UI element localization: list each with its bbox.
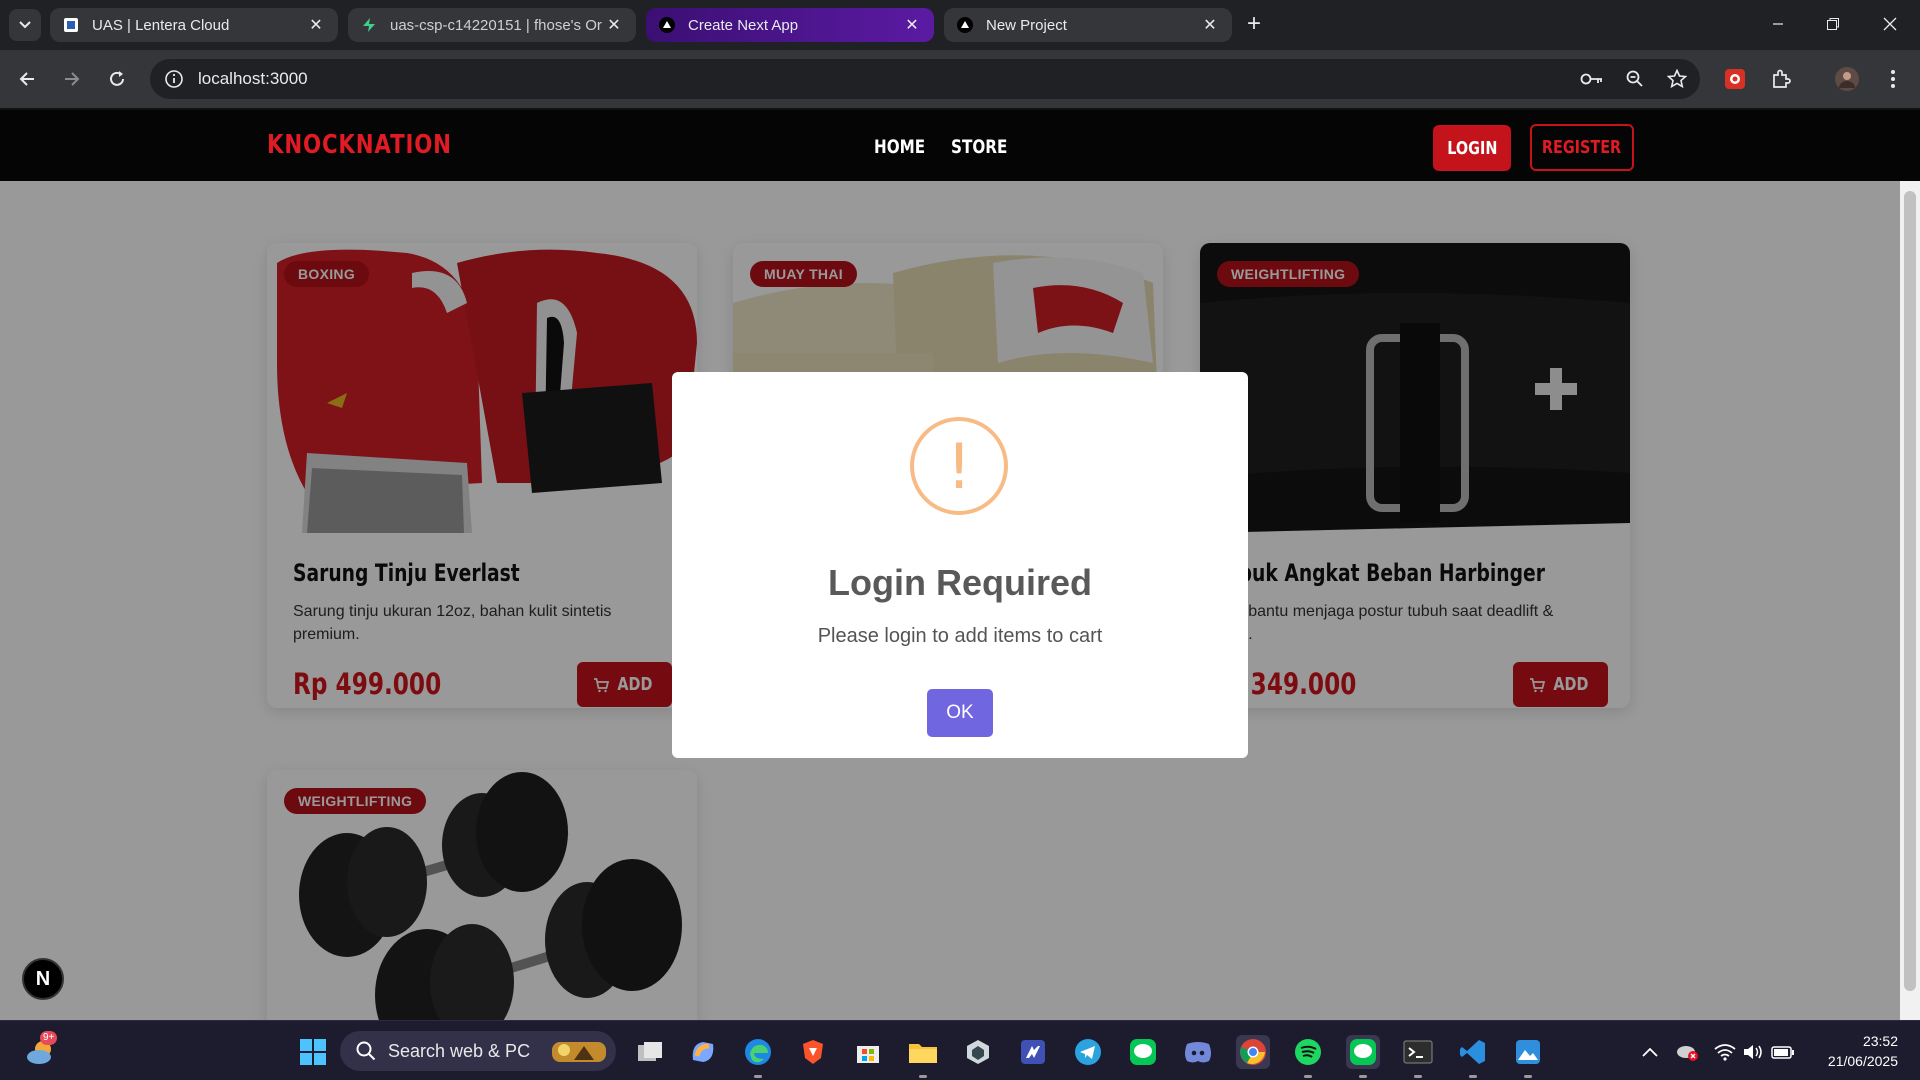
new-tab-button[interactable]: + [1240, 11, 1268, 39]
copilot-icon[interactable] [686, 1035, 720, 1069]
arrow-left-icon [19, 72, 34, 86]
unity-hub-icon[interactable] [961, 1035, 995, 1069]
search-placeholder: Search web & PC [388, 1040, 531, 1061]
close-tab-icon[interactable]: ✕ [306, 15, 326, 35]
search-highlight-icon [552, 1042, 606, 1062]
extensions-puzzle-icon[interactable] [1764, 62, 1798, 96]
clock-date: 21/06/2025 [1827, 1053, 1898, 1069]
warning-icon: ! [910, 417, 1008, 515]
bookmark-star-icon[interactable] [1660, 62, 1694, 96]
extension-red-icon[interactable] [1718, 62, 1752, 96]
site-logo[interactable]: KNOCKNATION [267, 130, 452, 160]
close-icon [1883, 17, 1897, 31]
nav-store-link[interactable]: STORE [951, 136, 1007, 158]
vercel-favicon-icon [956, 16, 974, 34]
battery-icon[interactable] [1770, 1039, 1796, 1065]
tab-title: New Project [986, 16, 1067, 34]
spotify-icon[interactable] [1291, 1035, 1325, 1078]
address-bar[interactable]: localhost:3000 [150, 59, 1700, 99]
site-info-icon[interactable] [164, 69, 184, 89]
arrow-right-icon [65, 72, 80, 86]
onedrive-error-icon[interactable] [1674, 1039, 1700, 1065]
weather-badge: 9+ [40, 1031, 58, 1045]
windows-taskbar: 9+ Search web & PC 23:52 21/06/2025 [0, 1020, 1920, 1080]
forward-button[interactable] [55, 62, 89, 96]
restore-button[interactable] [1813, 8, 1853, 40]
tab-title: Create Next App [688, 16, 799, 34]
login-button[interactable]: LOGIN [1433, 125, 1511, 171]
nav-home-link[interactable]: HOME [874, 136, 925, 158]
chevron-down-icon [19, 21, 31, 29]
taskbar-search[interactable]: Search web & PC [340, 1031, 616, 1071]
browser-toolbar: localhost:3000 [0, 50, 1920, 108]
browser-tab-new-project[interactable]: New Project ✕ [944, 8, 1232, 42]
scrollbar-thumb[interactable] [1904, 191, 1916, 991]
close-tab-icon[interactable]: ✕ [902, 15, 922, 35]
close-window-button[interactable] [1870, 8, 1910, 40]
url-text: localhost:3000 [198, 69, 308, 88]
close-tab-icon[interactable]: ✕ [604, 15, 624, 35]
minimize-icon [1773, 23, 1783, 25]
task-view-icon[interactable] [633, 1035, 667, 1069]
tab-title: uas-csp-c14220151 | fhose's Or [390, 16, 602, 34]
windows-logo-icon [300, 1039, 326, 1065]
reload-icon [110, 71, 124, 86]
discord-icon[interactable] [1181, 1035, 1215, 1069]
microsoft-store-icon[interactable] [851, 1035, 885, 1069]
tab-title: UAS | Lentera Cloud [92, 16, 230, 34]
line-app-icon[interactable] [1126, 1035, 1160, 1069]
lentera-favicon-icon [62, 16, 80, 34]
close-tab-icon[interactable]: ✕ [1200, 15, 1220, 35]
restore-icon [1827, 18, 1839, 30]
edge-browser-icon[interactable] [741, 1035, 775, 1078]
taskbar-clock[interactable]: 23:52 21/06/2025 [1812, 1031, 1898, 1071]
web-page: BOXING Sarung Tinju Everlast Sarung tinj… [0, 108, 1920, 1020]
browser-tab-supabase[interactable]: uas-csp-c14220151 | fhose's Or ✕ [348, 8, 636, 42]
ok-button[interactable]: OK [927, 689, 993, 737]
dialog-title: Login Required [828, 562, 1092, 603]
profile-avatar[interactable] [1830, 62, 1864, 96]
visual-studio-app-icon[interactable] [1016, 1035, 1050, 1069]
tab-search-button[interactable] [9, 9, 41, 41]
password-key-icon[interactable] [1575, 62, 1609, 96]
start-button[interactable] [296, 1035, 330, 1069]
terminal-icon[interactable] [1401, 1035, 1435, 1078]
wifi-icon[interactable] [1712, 1039, 1738, 1065]
browser-tab-strip: UAS | Lentera Cloud ✕ uas-csp-c14220151 … [0, 0, 1920, 50]
browser-tab-create-next-app[interactable]: Create Next App ✕ [646, 8, 934, 42]
search-icon [356, 1041, 376, 1061]
more-menu-icon[interactable] [1876, 62, 1910, 96]
nextjs-dev-indicator[interactable]: N [22, 958, 64, 1000]
weather-widget[interactable]: 9+ [24, 1031, 58, 1069]
zoom-icon[interactable] [1618, 62, 1652, 96]
login-required-dialog: ! Login Required Please login to add ite… [672, 372, 1248, 758]
brave-browser-icon[interactable] [796, 1035, 830, 1069]
photos-icon[interactable] [1511, 1035, 1545, 1078]
chrome-icon[interactable] [1236, 1035, 1270, 1069]
vscode-icon[interactable] [1456, 1035, 1490, 1078]
volume-icon[interactable] [1741, 1039, 1767, 1065]
back-button[interactable] [10, 62, 44, 96]
site-navbar: KNOCKNATION HOME STORE LOGIN REGISTER [0, 108, 1920, 181]
clock-time: 23:52 [1862, 1033, 1898, 1049]
browser-tab-lentera[interactable]: UAS | Lentera Cloud ✕ [50, 8, 338, 42]
supabase-favicon-icon [360, 16, 378, 34]
minimize-button[interactable] [1758, 8, 1798, 40]
reload-button[interactable] [100, 62, 134, 96]
vercel-favicon-icon [658, 16, 676, 34]
show-hidden-icons-chevron-icon[interactable] [1637, 1039, 1663, 1065]
file-explorer-icon[interactable] [906, 1035, 940, 1078]
dialog-message: Please login to add items to cart [817, 625, 1103, 647]
telegram-icon[interactable] [1071, 1035, 1105, 1069]
page-scrollbar[interactable] [1900, 181, 1920, 1020]
register-button[interactable]: REGISTER [1530, 124, 1634, 171]
line-app-window-icon[interactable] [1346, 1035, 1380, 1078]
